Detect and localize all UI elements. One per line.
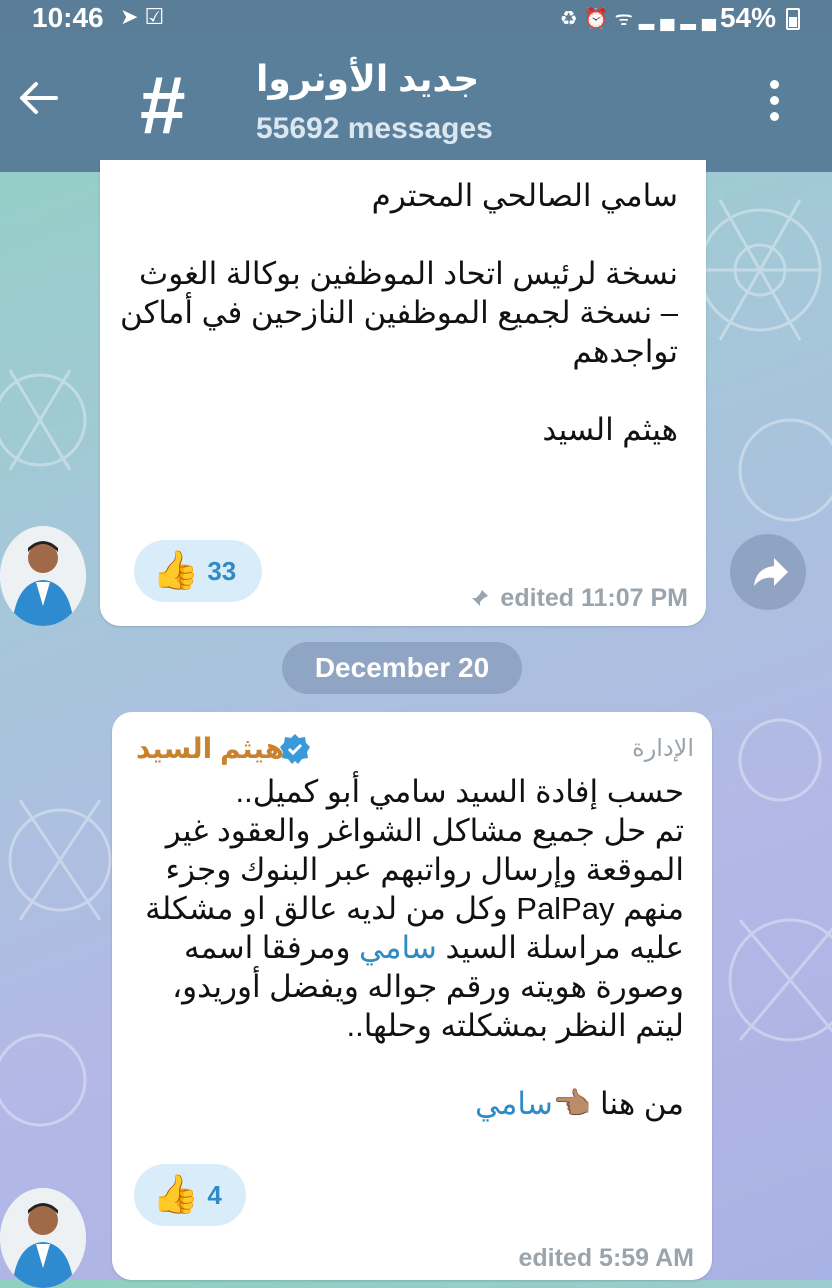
channel-title[interactable]: جديد الأونروا	[256, 58, 479, 100]
reaction-chip[interactable]: 👍 33	[134, 540, 262, 602]
avatar[interactable]	[0, 526, 86, 626]
channel-avatar-hash-icon[interactable]: #	[140, 65, 186, 147]
reaction-count: 33	[207, 555, 237, 586]
date-separator: December 20	[282, 642, 522, 694]
message-text: سامي الصالحي المحترم نسخة لرئيس اتحاد ال…	[120, 178, 678, 447]
telegram-icon: ➤ ☑	[120, 4, 165, 29]
avatar[interactable]	[0, 1188, 86, 1288]
system-icons: ♻⏰ᯤ▂▄▂▄	[559, 8, 722, 30]
message-count: 55692 messages	[256, 112, 493, 145]
status-time: 10:46	[32, 2, 104, 33]
battery-icon	[786, 8, 800, 30]
message-meta: edited 11:07 PM	[470, 584, 688, 613]
battery-percent: 54%	[719, 2, 776, 33]
message-text: حسب إفادة السيد سامي أبو كميل.. تم حل جم…	[124, 772, 684, 1123]
status-bar: 10:46 ➤ ☑ ♻⏰ᯤ▂▄▂▄ 54%	[0, 0, 832, 36]
thumbs-up-icon: 👍	[152, 550, 200, 592]
chat-header: # جديد الأونروا 55692 messages	[0, 36, 832, 172]
verified-badge-icon	[280, 734, 310, 764]
sender-name[interactable]: هيثم السيد	[136, 732, 284, 765]
edited-time: edited 5:59 AM	[518, 1244, 694, 1272]
thumbs-up-icon: 👍	[152, 1174, 200, 1216]
reaction-count: 4	[207, 1179, 222, 1210]
pin-icon	[472, 590, 489, 606]
share-forward-icon[interactable]	[730, 534, 806, 610]
mention-link[interactable]: سامي	[359, 930, 437, 965]
admin-badge: الإدارة	[632, 735, 694, 762]
message-bubble[interactable]: سامي الصالحي المحترم نسخة لرئيس اتحاد ال…	[100, 160, 706, 626]
reaction-chip[interactable]: 👍 4	[134, 1164, 246, 1226]
more-menu-icon[interactable]	[762, 80, 786, 132]
edited-time: edited 11:07 PM	[500, 584, 688, 612]
back-arrow-icon[interactable]	[16, 76, 60, 120]
mention-link[interactable]: سامي	[475, 1086, 553, 1121]
message-bubble[interactable]: هيثم السيد الإدارة حسب إفادة السيد سامي …	[112, 712, 712, 1280]
